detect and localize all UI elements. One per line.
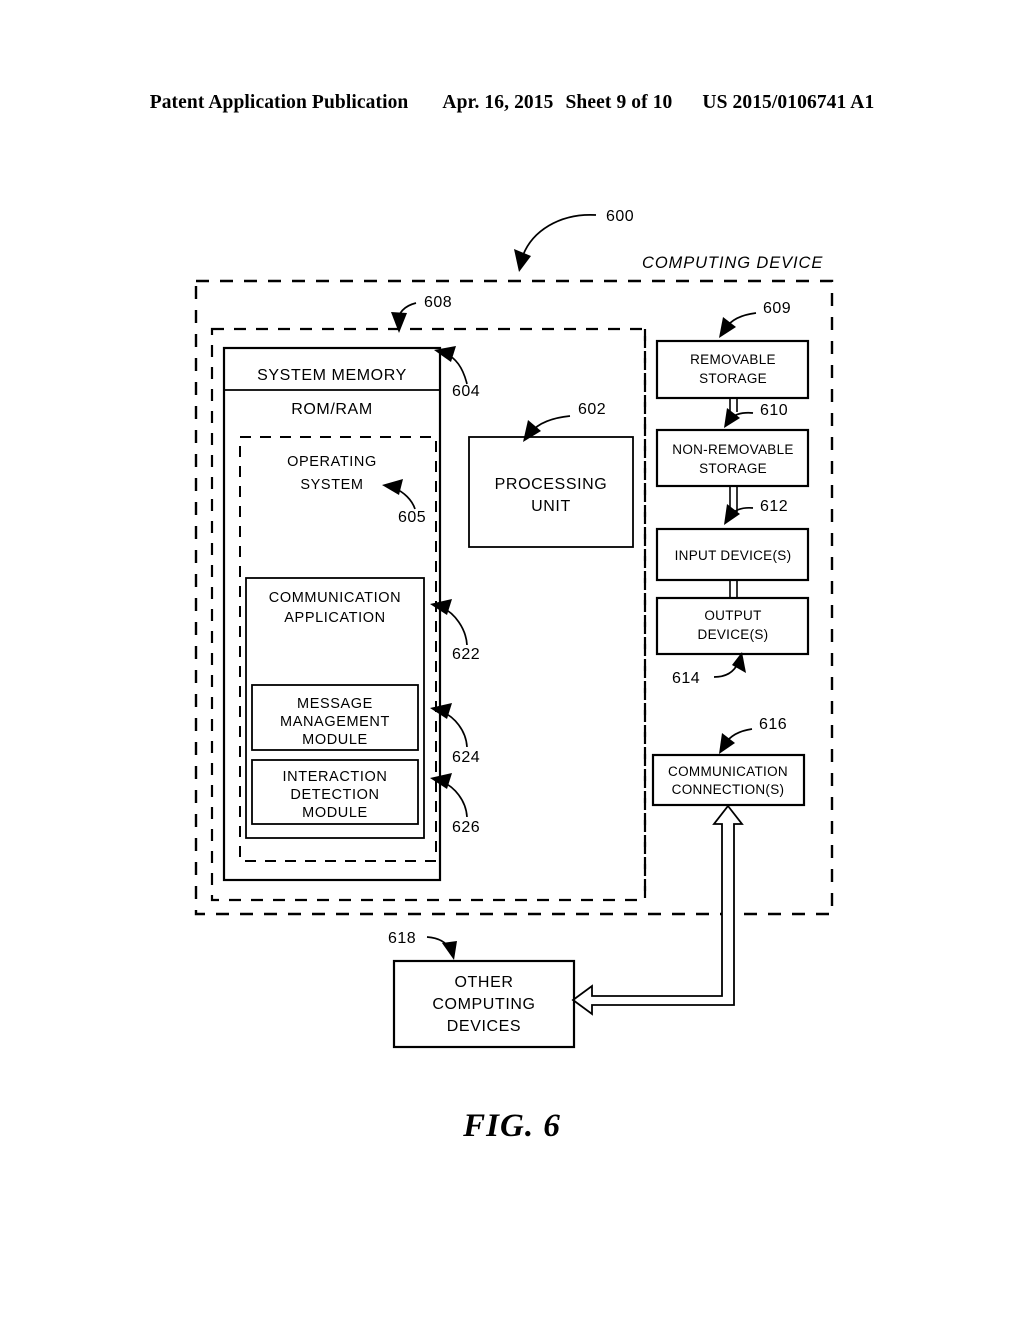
computing-device-title: COMPUTING DEVICE — [642, 254, 823, 272]
operating-system-label-line1: OPERATING — [287, 454, 377, 470]
ref-610-leader — [724, 408, 754, 428]
patent-figure-page: Patent Application Publication Apr. 16, … — [0, 0, 1024, 1320]
interaction-detection-line3: MODULE — [302, 805, 368, 821]
system-memory-label: SYSTEM MEMORY — [257, 367, 407, 384]
other-computing-devices-line2: COMPUTING — [432, 996, 535, 1013]
other-computing-devices-line3: DEVICES — [447, 1018, 521, 1035]
ref-608-label: 608 — [424, 294, 452, 311]
ref-618-leader — [426, 936, 457, 960]
ref-600-label: 600 — [606, 208, 634, 225]
ref-605-label: 605 — [398, 509, 426, 526]
connector-input-to-output — [729, 580, 738, 598]
removable-storage-line1: REMOVABLE — [690, 352, 776, 367]
ref-602-leader — [523, 415, 571, 442]
communication-application-line1: COMMUNICATION — [269, 590, 401, 606]
removable-storage-line2: STORAGE — [699, 371, 767, 386]
non-removable-storage-line1: NON-REMOVABLE — [672, 442, 793, 457]
processing-unit-line2: UNIT — [531, 498, 571, 515]
communication-connections-line1: COMMUNICATION — [668, 764, 788, 779]
ref-616-leader — [719, 728, 753, 754]
input-devices-line1: INPUT DEVICE(S) — [675, 548, 792, 563]
ref-604-label: 604 — [452, 383, 480, 400]
message-management-line1: MESSAGE — [297, 696, 373, 712]
figure-caption: FIG. 6 — [463, 1108, 561, 1144]
communication-application-line2: APPLICATION — [284, 610, 385, 626]
ref-600-leader — [514, 214, 597, 272]
ref-624-label: 624 — [452, 749, 480, 766]
message-management-line2: MANAGEMENT — [280, 714, 390, 730]
interaction-detection-line2: DETECTION — [290, 787, 379, 803]
connector-removable-to-nonremovable — [729, 398, 738, 412]
ref-626-label: 626 — [452, 819, 480, 836]
operating-system-label-line2: SYSTEM — [300, 477, 363, 493]
ref-609-label: 609 — [763, 300, 791, 317]
interaction-detection-line1: INTERACTION — [283, 769, 388, 785]
ref-609-leader — [719, 312, 757, 338]
non-removable-storage-line2: STORAGE — [699, 461, 767, 476]
ref-612-label: 612 — [760, 498, 788, 515]
other-computing-devices-line1: OTHER — [455, 974, 514, 991]
ref-612-leader — [724, 504, 754, 525]
removable-storage-box — [655, 339, 810, 400]
ref-618-label: 618 — [388, 930, 416, 947]
ref-622-label: 622 — [452, 646, 480, 663]
network-link-arrow — [571, 804, 744, 1016]
ref-602-label: 602 — [578, 401, 606, 418]
communication-connections-line2: CONNECTION(S) — [672, 782, 785, 797]
processing-unit-line1: PROCESSING — [495, 476, 608, 493]
communication-connections-box — [651, 753, 806, 807]
output-devices-line1: OUTPUT — [704, 608, 761, 623]
ref-614-leader — [713, 652, 746, 678]
message-management-line3: MODULE — [302, 732, 368, 748]
ref-616-label: 616 — [759, 716, 787, 733]
ref-614-label: 614 — [672, 670, 700, 687]
output-devices-line2: DEVICE(S) — [698, 627, 769, 642]
ref-605-leader — [382, 479, 416, 510]
output-devices-box — [655, 596, 810, 656]
ref-610-label: 610 — [760, 402, 788, 419]
non-removable-storage-box — [655, 428, 810, 488]
rom-ram-label: ROM/RAM — [291, 401, 373, 418]
